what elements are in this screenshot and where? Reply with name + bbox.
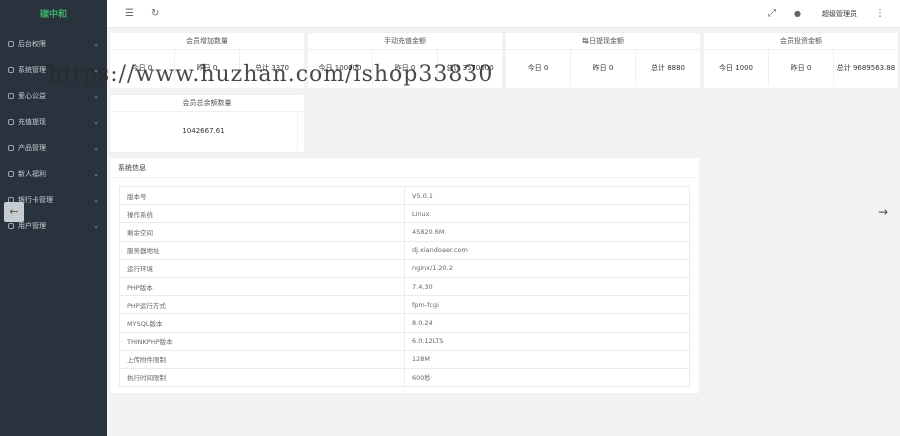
- table-row: 服务器地址 dj.xiandoaer.com: [119, 240, 690, 260]
- sidebar-item-admin-permissions[interactable]: 后台权限 ⌄: [0, 31, 107, 57]
- stat-total: 总计 9689563.88: [836, 63, 896, 72]
- table-row: PHP版本 7.4.30: [119, 276, 690, 297]
- info-key: 服务器地址: [119, 240, 405, 260]
- sidebar-item-label: 充值提现: [18, 118, 46, 126]
- sidebar-item-products[interactable]: 产品管理 ⌄: [0, 135, 107, 161]
- table-row: 操作系统 Linux: [119, 204, 690, 224]
- refresh-icon[interactable]: ↻: [151, 7, 159, 21]
- chevron-down-icon: ⌄: [93, 118, 99, 126]
- info-value: dj.xiandoaer.com: [404, 240, 690, 260]
- top-header: ☰ ↻ ⤢ ● 超级管理员 ⋮: [107, 0, 900, 28]
- chevron-down-icon: ⌄: [93, 196, 99, 204]
- sidebar-item-label: 产品管理: [18, 144, 46, 152]
- chevron-down-icon: ⌄: [93, 144, 99, 152]
- info-key: PHP运行方式: [119, 295, 405, 315]
- sidebar-item-label: 爱心公益: [18, 92, 46, 100]
- stat-card-title: 会员总余额数量: [110, 95, 304, 112]
- current-user[interactable]: 超级管理员: [822, 9, 857, 19]
- info-key: 剩余空间: [119, 222, 405, 242]
- info-key: THINKPHP版本: [119, 331, 405, 351]
- menu-toggle-icon[interactable]: ☰: [125, 7, 134, 21]
- stat-balance-value: 1042667.61: [110, 112, 298, 150]
- sidebar-item-label: 用户管理: [18, 222, 46, 230]
- info-value: Linux: [404, 204, 690, 224]
- chevron-down-icon: ⌄: [93, 40, 99, 48]
- prev-arrow-icon[interactable]: ←: [4, 202, 24, 222]
- stat-card-title: 每日提现金额: [506, 33, 700, 50]
- sidebar-item-label: 银行卡管理: [18, 196, 53, 204]
- more-icon[interactable]: ⋮: [875, 7, 885, 21]
- info-key: MYSQL版本: [119, 313, 405, 333]
- stat-today: 今日 0: [506, 50, 571, 85]
- info-value: nginx/1.20.2: [404, 258, 690, 278]
- stat-card-daily-withdraw: 每日提现金额 今日 0 昨日 0 总计 8880: [506, 33, 700, 88]
- table-row: 运行环境 nginx/1.20.2: [119, 258, 690, 278]
- gift-icon: [8, 171, 14, 177]
- stat-card-title: 手动充值金额: [308, 33, 502, 50]
- table-row: MYSQL版本 8.0.24: [119, 313, 690, 333]
- table-row: 上传附件限制 128M: [119, 349, 690, 369]
- theme-icon[interactable]: ●: [794, 7, 801, 21]
- table-row: 剩余空间 45820.6M: [119, 222, 690, 242]
- sidebar-item-newcomer-benefits[interactable]: 新人福利 ⌄: [0, 161, 107, 187]
- info-key: 操作系统: [119, 204, 405, 224]
- info-value: 6.0.12LTS: [404, 331, 690, 351]
- box-icon: [8, 145, 14, 151]
- chevron-down-icon: ⌄: [93, 92, 99, 100]
- sidebar-item-label: 新人福利: [18, 170, 46, 178]
- users-icon: [8, 223, 14, 229]
- table-row: 版本号 V5.0.1: [119, 185, 690, 206]
- stat-total: 总计 8880: [650, 63, 686, 72]
- stat-card-member-investment: 会员投资金额 今日 1000 昨日 0 总计 9689563.88: [704, 33, 898, 88]
- watermark-text: https://www.huzhan.com/ishop33830: [48, 62, 494, 87]
- chevron-down-icon: ⌄: [93, 222, 99, 230]
- info-key: PHP版本: [119, 276, 405, 297]
- system-info-table: 版本号 V5.0.1 操作系统 Linux 剩余空间 45820.6M 服务器地址 dj…: [119, 185, 690, 388]
- system-info-panel: 系统信息 版本号 V5.0.1 操作系统 Linux 剩余空间 45820.6M 服务…: [110, 158, 699, 393]
- info-value: 600秒: [404, 367, 690, 388]
- table-row: THINKPHP版本 6.0.12LTS: [119, 331, 690, 351]
- info-value: 7.4.30: [404, 276, 690, 297]
- fullscreen-icon[interactable]: ⤢: [768, 7, 776, 21]
- stat-yesterday: 昨日 0: [769, 50, 834, 85]
- info-value: 8.0.24: [404, 313, 690, 333]
- table-row: 执行时间限制 600秒: [119, 367, 690, 388]
- chevron-down-icon: ⌄: [93, 170, 99, 178]
- table-row: PHP运行方式 fpm-fcgi: [119, 295, 690, 315]
- app-logo: 碳中和: [39, 10, 67, 20]
- info-key: 执行时间限制: [119, 367, 405, 388]
- system-info-title: 系统信息: [110, 158, 699, 178]
- sidebar-item-label: 后台权限: [18, 40, 46, 48]
- next-arrow-icon[interactable]: →: [878, 204, 888, 220]
- sidebar-item-recharge-withdraw[interactable]: 充值提现 ⌄: [0, 109, 107, 135]
- info-key: 版本号: [119, 185, 405, 206]
- stat-card-title: 会员增加数量: [110, 33, 304, 50]
- info-value: 45820.6M: [404, 222, 690, 242]
- info-value: 128M: [404, 349, 690, 369]
- gear-icon: [8, 67, 14, 73]
- info-value: fpm-fcgi: [404, 295, 690, 315]
- stat-card-title: 会员投资金额: [704, 33, 898, 50]
- heart-icon: [8, 93, 14, 99]
- stat-yesterday: 昨日 0: [571, 50, 636, 85]
- user-icon: [8, 41, 14, 47]
- stat-today: 今日 1000: [704, 50, 769, 85]
- info-key: 运行环境: [119, 258, 405, 278]
- wallet-icon: [8, 119, 14, 125]
- stat-card-total-balance: 会员总余额数量 1042667.61: [110, 95, 304, 152]
- info-key: 上传附件限制: [119, 349, 405, 369]
- info-value: V5.0.1: [404, 185, 690, 206]
